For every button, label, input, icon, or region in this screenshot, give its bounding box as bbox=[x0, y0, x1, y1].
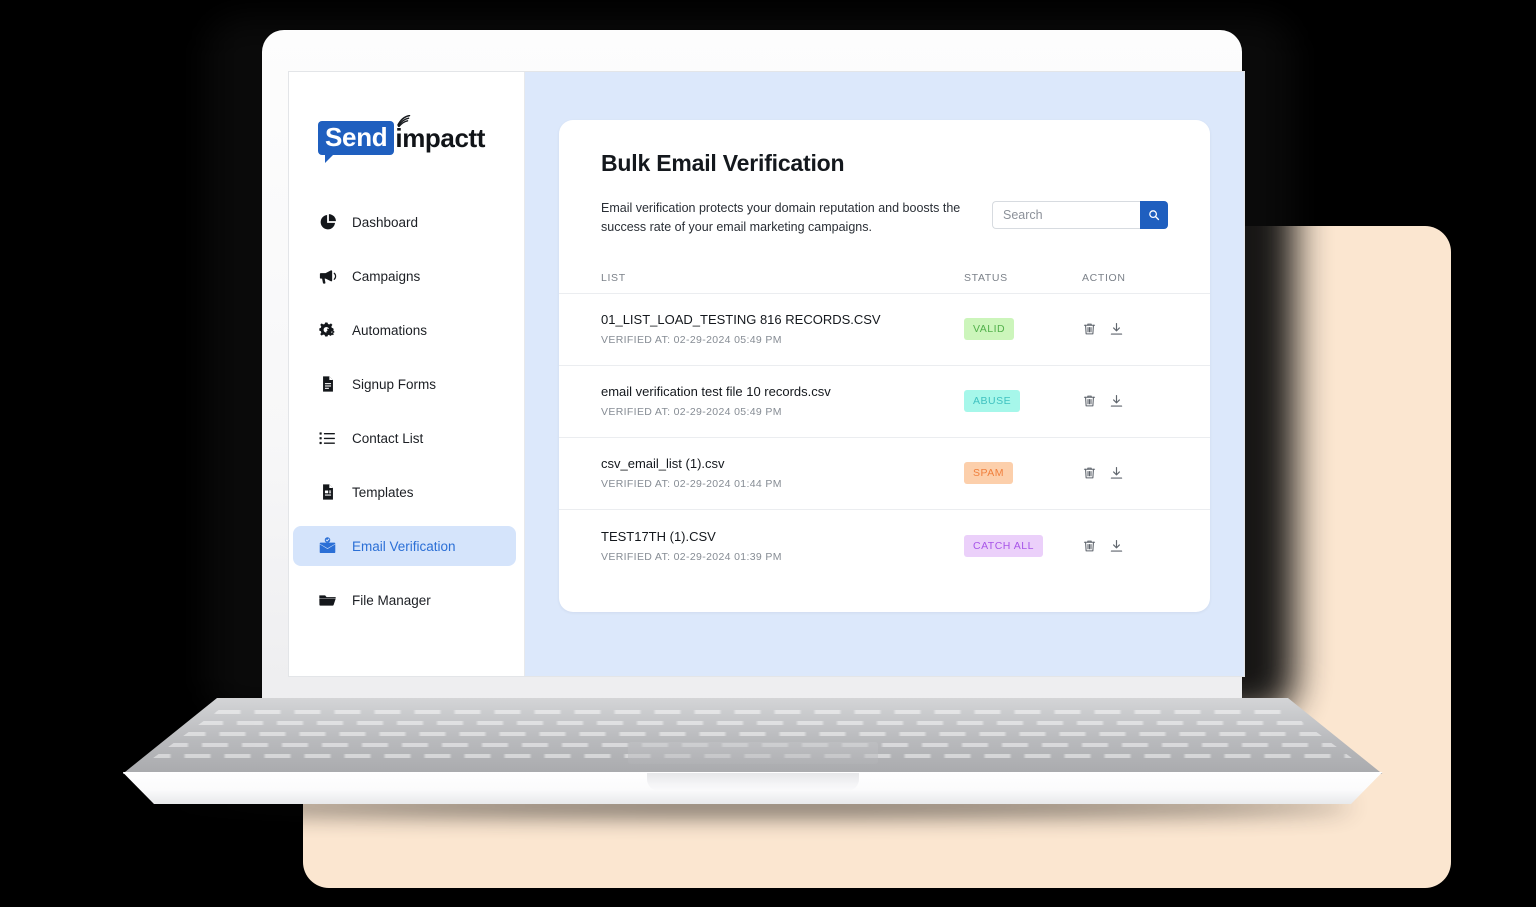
table-row: csv_email_list (1).csv VERIFIED AT: 02-29… bbox=[559, 438, 1210, 510]
app-logo[interactable]: Send impactt bbox=[318, 114, 524, 163]
trash-icon bbox=[1083, 467, 1096, 479]
laptop-base-notch bbox=[646, 773, 859, 791]
sidebar-item-label: Templates bbox=[352, 484, 414, 500]
status-badge: SPAM bbox=[964, 462, 1013, 485]
pie-chart-icon bbox=[318, 213, 337, 232]
search-input[interactable] bbox=[992, 201, 1140, 229]
sidebar-item-label: Campaigns bbox=[352, 268, 421, 284]
verified-timestamp: VERIFIED AT: 02-29-2024 05:49 PM bbox=[601, 334, 782, 347]
action-cell bbox=[1082, 393, 1168, 409]
sidebar-item-label: Signup Forms bbox=[352, 376, 437, 392]
sidebar-item-label: Email Verification bbox=[352, 538, 456, 554]
folder-icon bbox=[318, 591, 337, 610]
logo-word-text: impactt bbox=[395, 122, 486, 153]
download-button[interactable] bbox=[1109, 538, 1124, 554]
list-cell: email verification test file 10 records.… bbox=[601, 384, 964, 418]
column-header-list: LIST bbox=[601, 271, 626, 284]
sidebar: Send impactt Dashboard Campaigns Automat… bbox=[289, 72, 525, 676]
download-icon bbox=[1110, 395, 1123, 407]
file-name: email verification test file 10 records.… bbox=[601, 384, 831, 400]
table-row: 01_LIST_LOAD_TESTING 816 RECORDS.CSV VERI… bbox=[559, 294, 1210, 366]
verification-table: LIST STATUS ACTION 01_LIST_LOAD_TESTING … bbox=[559, 272, 1210, 582]
logo-mark: Send bbox=[318, 121, 395, 163]
page-title: Bulk Email Verification bbox=[601, 150, 845, 176]
trash-icon bbox=[1083, 540, 1096, 552]
page-description: Email verification protects your domain … bbox=[601, 201, 961, 235]
list-icon bbox=[318, 429, 337, 448]
wifi-waves-icon bbox=[397, 114, 411, 127]
verified-timestamp: VERIFIED AT: 02-29-2024 01:39 PM bbox=[601, 550, 782, 563]
sidebar-item-templates[interactable]: Templates bbox=[289, 472, 516, 512]
trash-icon bbox=[1083, 323, 1096, 335]
download-button[interactable] bbox=[1109, 321, 1124, 337]
action-cell bbox=[1082, 321, 1168, 337]
file-name: TEST17TH (1).CSV bbox=[601, 528, 716, 544]
status-cell: SPAM bbox=[964, 462, 1082, 485]
download-icon bbox=[1110, 539, 1123, 552]
intro-row: Email verification protects your domain … bbox=[601, 199, 1168, 238]
verified-timestamp: VERIFIED AT: 02-29-2024 01:44 PM bbox=[601, 478, 782, 491]
search-icon bbox=[1149, 210, 1160, 221]
status-badge: VALID bbox=[964, 318, 1015, 341]
status-cell: VALID bbox=[964, 318, 1082, 341]
table-row: email verification test file 10 records.… bbox=[559, 366, 1210, 438]
document-icon bbox=[318, 375, 337, 394]
action-cell bbox=[1082, 465, 1168, 481]
delete-button[interactable] bbox=[1082, 538, 1097, 554]
laptop-trackpad bbox=[627, 742, 878, 764]
list-cell: 01_LIST_LOAD_TESTING 816 RECORDS.CSV VERI… bbox=[601, 312, 964, 346]
download-icon bbox=[1110, 467, 1123, 479]
laptop-screen: Send impactt Dashboard Campaigns Automat… bbox=[289, 72, 1244, 676]
sidebar-item-automations[interactable]: Automations bbox=[289, 310, 516, 350]
status-badge: CATCH ALL bbox=[964, 534, 1043, 557]
sidebar-item-label: Automations bbox=[352, 322, 428, 338]
laptop-base bbox=[80, 698, 1425, 814]
gears-icon bbox=[318, 321, 337, 340]
delete-button[interactable] bbox=[1082, 393, 1097, 409]
download-icon bbox=[1110, 323, 1123, 335]
laptop-mockup: Send impactt Dashboard Campaigns Automat… bbox=[80, 8, 1425, 814]
status-cell: ABUSE bbox=[964, 390, 1082, 413]
main-content: Bulk Email Verification Email verificati… bbox=[525, 72, 1244, 676]
search-bar bbox=[992, 201, 1168, 229]
sidebar-item-contact-list[interactable]: Contact List bbox=[289, 418, 516, 458]
sidebar-nav: Dashboard Campaigns Automations Signup F… bbox=[289, 202, 524, 620]
file-name: csv_email_list (1).csv bbox=[601, 456, 725, 472]
delete-button[interactable] bbox=[1082, 321, 1097, 337]
action-cell bbox=[1082, 538, 1168, 554]
envelope-check-icon bbox=[318, 536, 337, 556]
verified-timestamp: VERIFIED AT: 02-29-2024 05:49 PM bbox=[601, 406, 782, 419]
column-header-action: ACTION bbox=[1082, 271, 1126, 284]
column-header-status: STATUS bbox=[964, 271, 1008, 284]
table-header-row: LIST STATUS ACTION bbox=[559, 272, 1210, 294]
sidebar-item-label: Dashboard bbox=[352, 214, 419, 230]
list-cell: csv_email_list (1).csv VERIFIED AT: 02-29… bbox=[601, 456, 964, 490]
sidebar-item-email-verification[interactable]: Email Verification bbox=[293, 526, 516, 566]
sidebar-item-dashboard[interactable]: Dashboard bbox=[289, 202, 516, 242]
logo-wordmark: impactt bbox=[395, 114, 486, 153]
template-icon bbox=[318, 483, 337, 502]
file-name: 01_LIST_LOAD_TESTING 816 RECORDS.CSV bbox=[601, 312, 881, 328]
table-body: 01_LIST_LOAD_TESTING 816 RECORDS.CSV VERI… bbox=[559, 294, 1210, 582]
sidebar-item-file-manager[interactable]: File Manager bbox=[289, 580, 516, 620]
megaphone-icon bbox=[318, 267, 337, 286]
sidebar-item-label: File Manager bbox=[352, 592, 431, 608]
delete-button[interactable] bbox=[1082, 465, 1097, 481]
verification-card: Bulk Email Verification Email verificati… bbox=[559, 120, 1210, 612]
list-cell: TEST17TH (1).CSV VERIFIED AT: 02-29-2024 … bbox=[601, 529, 964, 563]
table-row: TEST17TH (1).CSV VERIFIED AT: 02-29-2024 … bbox=[559, 510, 1210, 582]
search-button[interactable] bbox=[1140, 201, 1168, 229]
download-button[interactable] bbox=[1109, 393, 1124, 409]
screenshot-stage: Send impactt Dashboard Campaigns Automat… bbox=[0, 0, 1536, 907]
card-header: Bulk Email Verification Email verificati… bbox=[559, 120, 1210, 238]
trash-icon bbox=[1083, 395, 1096, 407]
sidebar-item-label: Contact List bbox=[352, 430, 424, 446]
download-button[interactable] bbox=[1109, 465, 1124, 481]
sidebar-item-campaigns[interactable]: Campaigns bbox=[289, 256, 516, 296]
sidebar-item-signup-forms[interactable]: Signup Forms bbox=[289, 364, 516, 404]
status-cell: CATCH ALL bbox=[964, 534, 1082, 557]
status-badge: ABUSE bbox=[964, 390, 1021, 413]
